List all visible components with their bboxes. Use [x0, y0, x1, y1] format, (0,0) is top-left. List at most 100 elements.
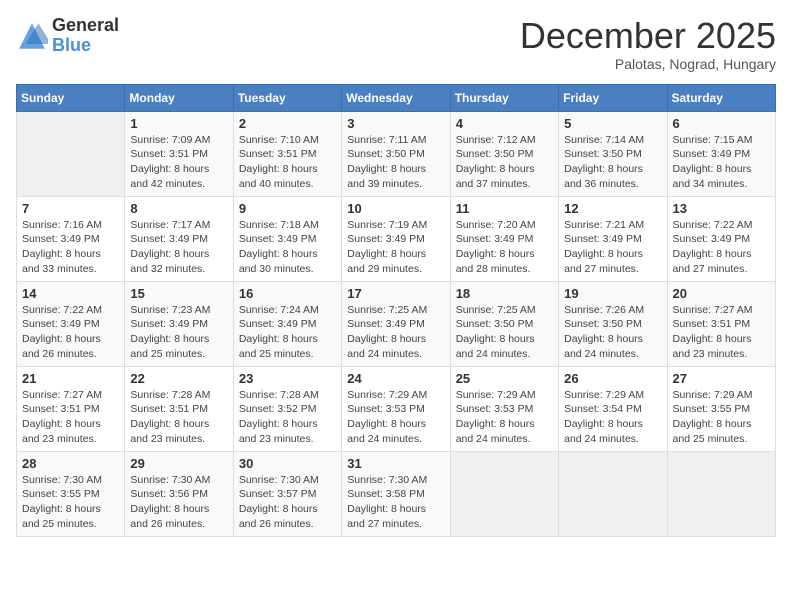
day-number: 13 — [673, 201, 770, 216]
title-section: December 2025 Palotas, Nograd, Hungary — [520, 16, 776, 72]
day-number: 16 — [239, 286, 336, 301]
calendar-cell: 20 Sunrise: 7:27 AM Sunset: 3:51 PM Dayli… — [667, 281, 775, 366]
day-number: 21 — [22, 371, 119, 386]
day-info: Sunrise: 7:22 AM Sunset: 3:49 PM Dayligh… — [22, 303, 119, 362]
calendar-week-row: 28 Sunrise: 7:30 AM Sunset: 3:55 PM Dayli… — [17, 451, 776, 536]
day-info: Sunrise: 7:26 AM Sunset: 3:50 PM Dayligh… — [564, 303, 661, 362]
day-number: 31 — [347, 456, 444, 471]
calendar-header-row: SundayMondayTuesdayWednesdayThursdayFrid… — [17, 84, 776, 111]
day-number: 11 — [456, 201, 553, 216]
calendar-cell: 6 Sunrise: 7:15 AM Sunset: 3:49 PM Daylig… — [667, 111, 775, 196]
calendar-cell: 12Sunrise: 7:21 AM Sunset: 3:49 PM Dayli… — [559, 196, 667, 281]
day-number: 30 — [239, 456, 336, 471]
calendar-cell: 21 Sunrise: 7:27 AM Sunset: 3:51 PM Dayli… — [17, 366, 125, 451]
calendar-cell: 1Sunrise: 7:09 AM Sunset: 3:51 PM Daylig… — [125, 111, 233, 196]
calendar-week-row: 21 Sunrise: 7:27 AM Sunset: 3:51 PM Dayli… — [17, 366, 776, 451]
day-info: Sunrise: 7:30 AM Sunset: 3:55 PM Dayligh… — [22, 473, 119, 532]
month-title: December 2025 — [520, 16, 776, 56]
logo-general-text: General — [52, 16, 119, 36]
day-info: Sunrise: 7:15 AM Sunset: 3:49 PM Dayligh… — [673, 133, 770, 192]
calendar-cell: 22 Sunrise: 7:28 AM Sunset: 3:51 PM Dayli… — [125, 366, 233, 451]
calendar-cell: 30 Sunrise: 7:30 AM Sunset: 3:57 PM Dayli… — [233, 451, 341, 536]
calendar-week-row: 7 Sunrise: 7:16 AM Sunset: 3:49 PM Daylig… — [17, 196, 776, 281]
calendar-table: SundayMondayTuesdayWednesdayThursdayFrid… — [16, 84, 776, 537]
day-number: 25 — [456, 371, 553, 386]
day-info: Sunrise: 7:24 AM Sunset: 3:49 PM Dayligh… — [239, 303, 336, 362]
day-info: Sunrise: 7:16 AM Sunset: 3:49 PM Dayligh… — [22, 218, 119, 277]
calendar-cell — [17, 111, 125, 196]
calendar-cell: 5Sunrise: 7:14 AM Sunset: 3:50 PM Daylig… — [559, 111, 667, 196]
day-number: 29 — [130, 456, 227, 471]
day-number: 8 — [130, 201, 227, 216]
calendar-cell: 13 Sunrise: 7:22 AM Sunset: 3:49 PM Dayli… — [667, 196, 775, 281]
location-subtitle: Palotas, Nograd, Hungary — [520, 56, 776, 72]
day-number: 10 — [347, 201, 444, 216]
calendar-week-row: 1Sunrise: 7:09 AM Sunset: 3:51 PM Daylig… — [17, 111, 776, 196]
day-of-week-header: Monday — [125, 84, 233, 111]
day-info: Sunrise: 7:23 AM Sunset: 3:49 PM Dayligh… — [130, 303, 227, 362]
day-number: 2 — [239, 116, 336, 131]
day-number: 19 — [564, 286, 661, 301]
day-number: 7 — [22, 201, 119, 216]
day-info: Sunrise: 7:28 AM Sunset: 3:51 PM Dayligh… — [130, 388, 227, 447]
calendar-cell: 11 Sunrise: 7:20 AM Sunset: 3:49 PM Dayli… — [450, 196, 558, 281]
calendar-cell: 28 Sunrise: 7:30 AM Sunset: 3:55 PM Dayli… — [17, 451, 125, 536]
calendar-cell: 19 Sunrise: 7:26 AM Sunset: 3:50 PM Dayli… — [559, 281, 667, 366]
calendar-cell: 9 Sunrise: 7:18 AM Sunset: 3:49 PM Daylig… — [233, 196, 341, 281]
day-of-week-header: Friday — [559, 84, 667, 111]
calendar-cell: 10 Sunrise: 7:19 AM Sunset: 3:49 PM Dayli… — [342, 196, 450, 281]
calendar-cell: 15 Sunrise: 7:23 AM Sunset: 3:49 PM Dayli… — [125, 281, 233, 366]
day-number: 18 — [456, 286, 553, 301]
page-header: General Blue December 2025 Palotas, Nogr… — [16, 16, 776, 72]
day-number: 24 — [347, 371, 444, 386]
day-number: 22 — [130, 371, 227, 386]
day-info: Sunrise: 7:11 AM Sunset: 3:50 PM Dayligh… — [347, 133, 444, 192]
calendar-cell: 29 Sunrise: 7:30 AM Sunset: 3:56 PM Dayli… — [125, 451, 233, 536]
day-number: 28 — [22, 456, 119, 471]
day-number: 26 — [564, 371, 661, 386]
day-info: Sunrise: 7:29 AM Sunset: 3:54 PM Dayligh… — [564, 388, 661, 447]
day-info: Sunrise: 7:22 AM Sunset: 3:49 PM Dayligh… — [673, 218, 770, 277]
day-info: Sunrise: 7:29 AM Sunset: 3:53 PM Dayligh… — [347, 388, 444, 447]
day-info: Sunrise: 7:27 AM Sunset: 3:51 PM Dayligh… — [673, 303, 770, 362]
day-info: Sunrise: 7:19 AM Sunset: 3:49 PM Dayligh… — [347, 218, 444, 277]
day-number: 6 — [673, 116, 770, 131]
day-info: Sunrise: 7:27 AM Sunset: 3:51 PM Dayligh… — [22, 388, 119, 447]
calendar-cell: 7 Sunrise: 7:16 AM Sunset: 3:49 PM Daylig… — [17, 196, 125, 281]
logo-icon — [16, 20, 48, 52]
day-info: Sunrise: 7:29 AM Sunset: 3:55 PM Dayligh… — [673, 388, 770, 447]
logo-text: General Blue — [52, 16, 119, 56]
calendar-cell: 3Sunrise: 7:11 AM Sunset: 3:50 PM Daylig… — [342, 111, 450, 196]
day-number: 15 — [130, 286, 227, 301]
day-of-week-header: Sunday — [17, 84, 125, 111]
day-info: Sunrise: 7:14 AM Sunset: 3:50 PM Dayligh… — [564, 133, 661, 192]
day-number: 1 — [130, 116, 227, 131]
day-info: Sunrise: 7:30 AM Sunset: 3:56 PM Dayligh… — [130, 473, 227, 532]
day-info: Sunrise: 7:30 AM Sunset: 3:57 PM Dayligh… — [239, 473, 336, 532]
calendar-cell: 14 Sunrise: 7:22 AM Sunset: 3:49 PM Dayli… — [17, 281, 125, 366]
calendar-cell: 26 Sunrise: 7:29 AM Sunset: 3:54 PM Dayli… — [559, 366, 667, 451]
day-info: Sunrise: 7:20 AM Sunset: 3:49 PM Dayligh… — [456, 218, 553, 277]
calendar-cell: 17Sunrise: 7:25 AM Sunset: 3:49 PM Dayli… — [342, 281, 450, 366]
calendar-cell: 25 Sunrise: 7:29 AM Sunset: 3:53 PM Dayli… — [450, 366, 558, 451]
day-number: 20 — [673, 286, 770, 301]
day-of-week-header: Saturday — [667, 84, 775, 111]
calendar-cell: 18Sunrise: 7:25 AM Sunset: 3:50 PM Dayli… — [450, 281, 558, 366]
day-number: 9 — [239, 201, 336, 216]
calendar-cell: 31 Sunrise: 7:30 AM Sunset: 3:58 PM Dayli… — [342, 451, 450, 536]
day-info: Sunrise: 7:30 AM Sunset: 3:58 PM Dayligh… — [347, 473, 444, 532]
day-number: 4 — [456, 116, 553, 131]
calendar-cell — [559, 451, 667, 536]
day-number: 14 — [22, 286, 119, 301]
day-number: 27 — [673, 371, 770, 386]
calendar-cell — [667, 451, 775, 536]
calendar-cell: 8Sunrise: 7:17 AM Sunset: 3:49 PM Daylig… — [125, 196, 233, 281]
day-info: Sunrise: 7:29 AM Sunset: 3:53 PM Dayligh… — [456, 388, 553, 447]
day-of-week-header: Tuesday — [233, 84, 341, 111]
logo: General Blue — [16, 16, 119, 56]
day-info: Sunrise: 7:25 AM Sunset: 3:49 PM Dayligh… — [347, 303, 444, 362]
day-of-week-header: Thursday — [450, 84, 558, 111]
calendar-cell: 4Sunrise: 7:12 AM Sunset: 3:50 PM Daylig… — [450, 111, 558, 196]
calendar-cell: 2Sunrise: 7:10 AM Sunset: 3:51 PM Daylig… — [233, 111, 341, 196]
day-info: Sunrise: 7:18 AM Sunset: 3:49 PM Dayligh… — [239, 218, 336, 277]
